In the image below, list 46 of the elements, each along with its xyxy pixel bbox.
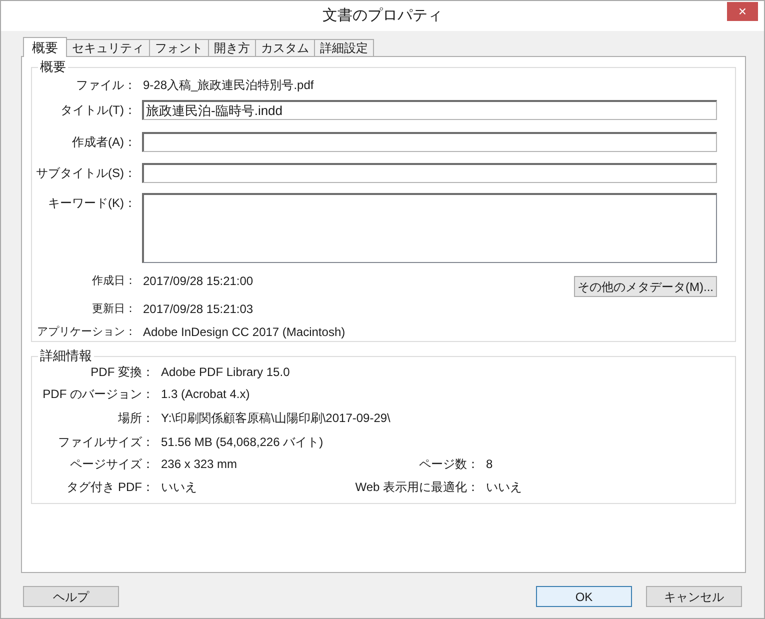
field-label: サブタイトル(S)： bbox=[35, 165, 136, 182]
group-title: 概要 bbox=[39, 59, 67, 75]
keywords-field[interactable] bbox=[142, 193, 717, 263]
field-label: 作成者(A)： bbox=[71, 134, 136, 151]
tab[interactable]: フォント bbox=[149, 39, 209, 56]
field-label: 作成日： bbox=[91, 274, 136, 289]
field-label: ページサイズ： bbox=[69, 456, 154, 473]
field-value: Adobe InDesign CC 2017 (Macintosh) bbox=[143, 324, 346, 341]
window-title: 文書のプロパティ bbox=[322, 6, 442, 26]
field-label: 更新日： bbox=[91, 302, 136, 317]
dialog-button[interactable]: OK bbox=[536, 586, 632, 607]
field-label: アプリケーション： bbox=[36, 324, 136, 340]
field-label: 場所： bbox=[117, 410, 154, 427]
field-label: ファイル： bbox=[75, 77, 136, 94]
field-label: Web 表示用に最適化： bbox=[354, 479, 479, 496]
field-value: 236 x 323 mm bbox=[161, 456, 238, 473]
field-value: 51.56 MB (54,068,226 バイト) bbox=[161, 434, 324, 451]
field-value: 1.3 (Acrobat 4.x) bbox=[161, 386, 250, 403]
field-value: いいえ bbox=[161, 479, 197, 496]
file-name: 9-28入稿_旅政連民泊特別号.pdf bbox=[143, 77, 314, 94]
close-button[interactable]: × bbox=[727, 2, 758, 21]
tab[interactable]: セキュリティ bbox=[66, 39, 150, 56]
field-value: Adobe PDF Library 15.0 bbox=[161, 364, 290, 381]
tab[interactable]: 概要 bbox=[23, 37, 67, 57]
field-label: ファイルサイズ： bbox=[57, 434, 154, 451]
tab[interactable]: カスタム bbox=[255, 39, 315, 56]
field-label: ページ数： bbox=[418, 456, 479, 473]
tab[interactable]: 開き方 bbox=[208, 39, 256, 56]
field-value: 2017/09/28 15:21:00 bbox=[143, 273, 254, 290]
field-value: Y:\印刷関係顧客原稿\山陽印刷\2017-09-29\ bbox=[161, 410, 390, 427]
input-field[interactable] bbox=[142, 163, 717, 183]
field-label: PDF のバージョン： bbox=[42, 386, 154, 403]
more-metadata-button[interactable]: その他のメタデータ(M)... bbox=[574, 276, 717, 297]
input-field[interactable]: 旅政連民泊-臨時号.indd bbox=[142, 100, 717, 120]
field-value: 2017/09/28 15:21:03 bbox=[143, 301, 254, 318]
tab[interactable]: 詳細設定 bbox=[314, 39, 374, 56]
dialog-button[interactable]: ヘルプ bbox=[23, 586, 119, 607]
field-label: タイトル(T)： bbox=[60, 102, 136, 119]
dialog-button[interactable]: キャンセル bbox=[646, 586, 742, 607]
field-label: タグ付き PDF： bbox=[66, 479, 154, 496]
field-value: いいえ bbox=[486, 479, 522, 496]
field-label: PDF 変換： bbox=[90, 364, 154, 381]
input-field[interactable] bbox=[142, 132, 717, 152]
group-title: 詳細情報 bbox=[39, 349, 93, 363]
field-value: 8 bbox=[486, 456, 493, 473]
field-label: キーワード(K)： bbox=[47, 195, 136, 212]
